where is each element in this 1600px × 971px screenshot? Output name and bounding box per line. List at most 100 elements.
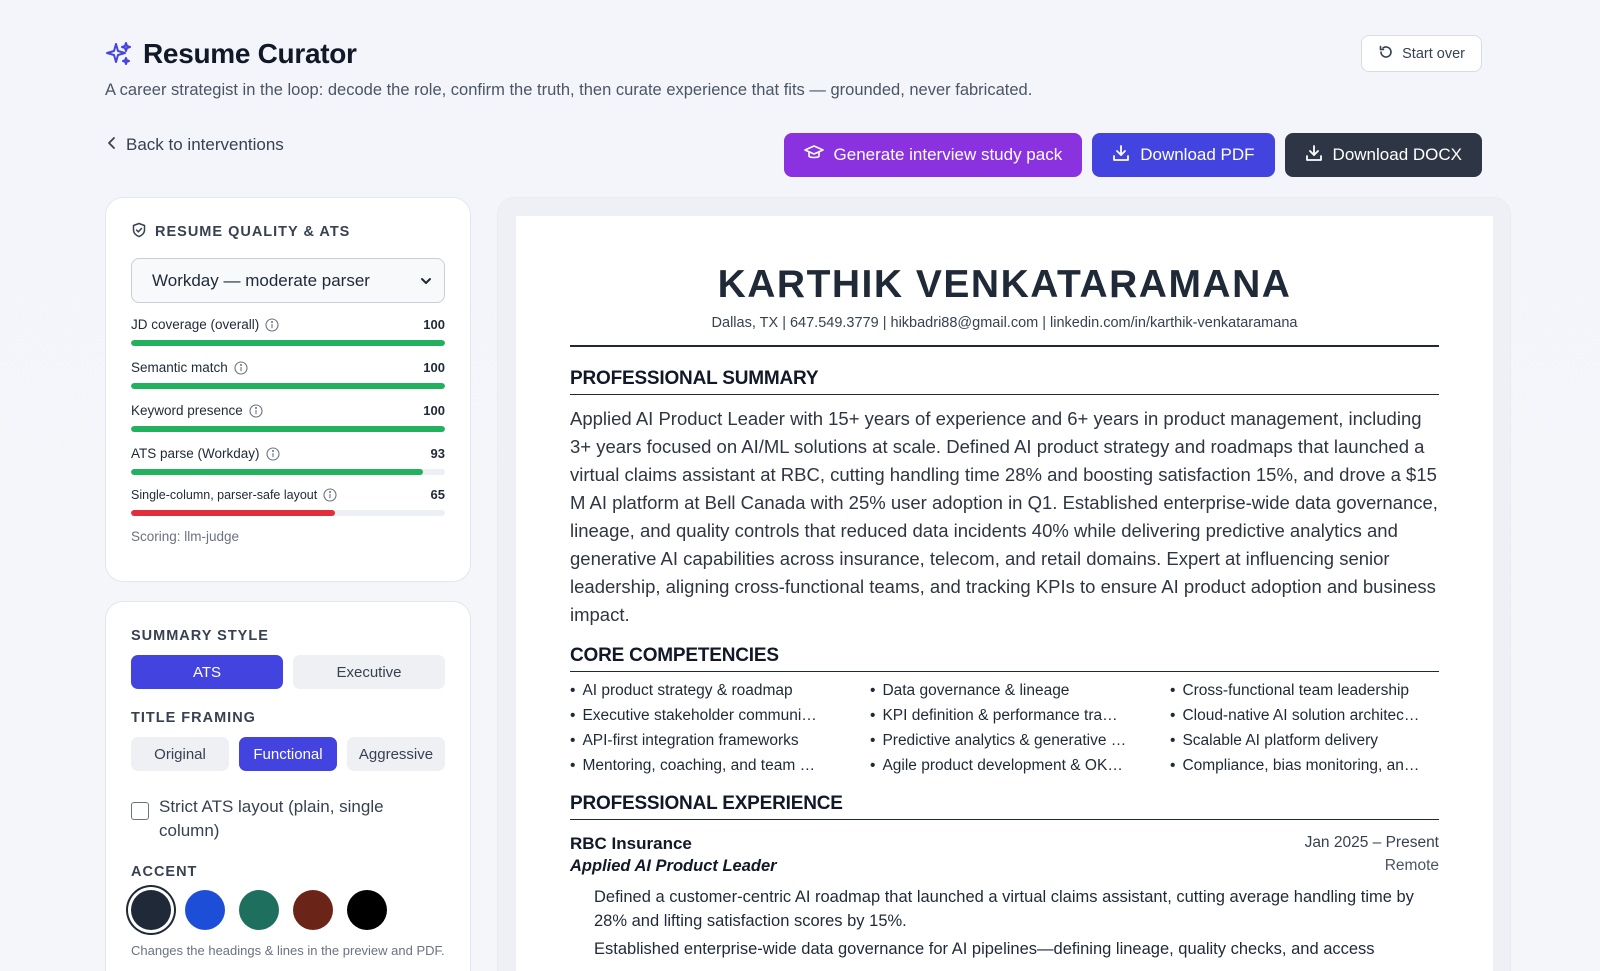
download-icon <box>1305 144 1323 167</box>
quality-heading-label: RESUME QUALITY & ATS <box>155 224 351 240</box>
metric-label: Semantic match <box>131 360 228 375</box>
accent-label: ACCENT <box>131 864 198 880</box>
info-icon[interactable] <box>234 360 248 375</box>
competency-item: KPI definition & performance tra… <box>870 707 1170 725</box>
accent-swatch[interactable] <box>131 890 171 930</box>
start-over-label: Start over <box>1402 45 1465 62</box>
competency-item: Cross-functional team leadership <box>1170 682 1450 700</box>
metric-value: 65 <box>430 487 445 502</box>
metric-value: 100 <box>423 403 445 418</box>
title-option-original[interactable]: Original <box>131 737 229 771</box>
competency-item: Data governance & lineage <box>870 682 1170 700</box>
info-icon[interactable] <box>265 317 279 332</box>
metric-fill <box>131 469 424 475</box>
metric-value: 100 <box>423 360 445 375</box>
experience-heading: PROFESSIONAL EXPERIENCE <box>570 793 1439 820</box>
job-dates: Jan 2025 – Present <box>1304 834 1439 851</box>
metric-label: ATS parse (Workday) <box>131 446 260 461</box>
summary-option-executive[interactable]: Executive <box>293 655 445 689</box>
title-option-aggressive[interactable]: Aggressive <box>347 737 445 771</box>
metric-row: Single-column, parser-safe layout 65 <box>131 487 445 502</box>
back-link-label: Back to interventions <box>126 135 284 154</box>
competency-item: Compliance, bias monitoring, an… <box>1170 757 1450 775</box>
download-docx-button[interactable]: Download DOCX <box>1284 133 1482 177</box>
study-pack-label: Generate interview study pack <box>833 145 1063 164</box>
chevron-left-icon <box>106 135 118 155</box>
summary-option-ats[interactable]: ATS <box>131 655 283 689</box>
download-docx-label: Download DOCX <box>1332 145 1462 164</box>
metric-value: 100 <box>423 317 445 332</box>
refresh-icon <box>1378 44 1394 64</box>
generate-study-pack-button[interactable]: Generate interview study pack <box>783 133 1083 177</box>
parser-select-value: Workday — moderate parser <box>152 270 370 290</box>
app-tagline: A career strategist in the loop: decode … <box>105 81 1033 99</box>
metrics-list: JD coverage (overall) 100 Semantic match 10… <box>131 317 445 516</box>
action-bar: Generate interview study pack Download P… <box>783 133 1482 177</box>
strict-ats-option[interactable]: Strict ATS layout (plain, single column) <box>131 795 445 843</box>
accent-swatch[interactable] <box>347 890 387 930</box>
sparkles-icon <box>105 40 133 68</box>
competency-item: AI product strategy & roadmap <box>570 682 870 700</box>
parser-select[interactable]: Workday — moderate parser <box>131 258 445 303</box>
download-pdf-label: Download PDF <box>1140 145 1255 164</box>
back-to-interventions-link[interactable]: Back to interventions <box>106 135 284 155</box>
resume-contact: Dallas, TX | 647.549.3779 | hikbadri88@g… <box>711 315 1298 331</box>
competency-item: API-first integration frameworks <box>570 732 870 750</box>
graduation-cap-icon <box>803 144 824 167</box>
job-company: RBC Insurance <box>570 834 692 853</box>
metric-fill <box>131 510 336 516</box>
title-framing-toggle: Original Functional Aggressive <box>131 737 445 771</box>
summary-text: Applied AI Product Leader with 15+ years… <box>570 408 1438 625</box>
info-icon[interactable] <box>323 487 337 502</box>
resume-page: KARTHIK VENKATARAMANA Dallas, TX | 647.5… <box>516 216 1493 971</box>
metric-label-wrap: Single-column, parser-safe layout <box>131 488 337 502</box>
quality-heading: RESUME QUALITY & ATS <box>131 222 445 242</box>
title-framing-label: TITLE FRAMING <box>131 710 256 726</box>
app-header: Resume Curator <box>105 38 357 70</box>
metric-row: Semantic match 100 <box>131 360 445 375</box>
competencies-list: AI product strategy & roadmapData govern… <box>570 682 1439 775</box>
resume-quality-panel: RESUME QUALITY & ATS Workday — moderate … <box>105 197 471 582</box>
job-title: Applied AI Product Leader <box>570 857 777 875</box>
competency-item: Scalable AI platform delivery <box>1170 732 1450 750</box>
competencies-heading: CORE COMPETENCIES <box>570 645 1439 672</box>
metric-fill <box>131 426 445 432</box>
info-icon[interactable] <box>265 446 280 461</box>
download-pdf-button[interactable]: Download PDF <box>1092 133 1275 177</box>
metric-value: 93 <box>430 446 445 461</box>
accent-note: Changes the headings & lines in the prev… <box>131 943 445 958</box>
app-title: Resume Curator <box>143 38 357 69</box>
metric-row: Keyword presence 100 <box>131 403 445 418</box>
accent-swatch[interactable] <box>293 890 333 930</box>
summary-heading: PROFESSIONAL SUMMARY <box>570 368 1439 395</box>
metric-track <box>131 469 445 475</box>
metric-track <box>131 426 445 432</box>
title-option-functional[interactable]: Functional <box>239 737 337 771</box>
start-over-button[interactable]: Start over <box>1361 35 1482 72</box>
accent-swatch[interactable] <box>239 890 279 930</box>
metric-row: JD coverage (overall) 100 <box>131 317 445 332</box>
chevron-down-icon <box>420 271 432 291</box>
metric-track <box>131 340 445 346</box>
download-icon <box>1112 144 1130 167</box>
metric-fill <box>131 340 445 346</box>
metric-label-wrap: Semantic match <box>131 360 248 375</box>
strict-ats-checkbox[interactable] <box>131 802 149 820</box>
metric-track <box>131 510 445 516</box>
metric-label: Single-column, parser-safe layout <box>131 487 318 502</box>
metric-item: ATS parse (Workday) 93 <box>131 446 445 475</box>
accent-swatch[interactable] <box>185 890 225 930</box>
job-subheader: Applied AI Product Leader Remote <box>570 857 1439 876</box>
metric-label: Keyword presence <box>131 403 243 418</box>
summary-style-toggle: ATS Executive <box>131 655 445 689</box>
header-divider <box>570 345 1439 347</box>
job-header: RBC Insurance Jan 2025 – Present <box>570 834 1439 854</box>
metric-row: ATS parse (Workday) 93 <box>131 446 445 461</box>
info-icon[interactable] <box>249 403 263 418</box>
metric-fill <box>131 383 445 389</box>
metric-track <box>131 383 445 389</box>
accent-swatches <box>131 890 445 930</box>
shield-check-icon <box>131 222 147 242</box>
job-bullets: Defined a customer-centric AI roadmap th… <box>570 885 1439 961</box>
competency-item: Cloud-native AI solution architec… <box>1170 707 1450 725</box>
